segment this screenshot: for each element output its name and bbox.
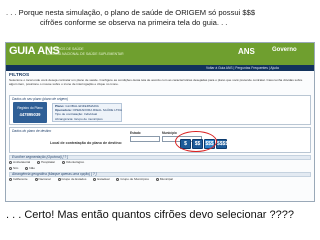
area-option-3[interactable]: Grupo de Estados xyxy=(57,177,87,181)
segment-row: Escolher segmentação (Opcional) [ ? ] Am… xyxy=(9,155,311,164)
top-caption-line-1: . . . Porque nesta simulação, o plano de… xyxy=(6,8,256,17)
option-yes-label: Sim xyxy=(13,166,19,170)
state-label: Estado xyxy=(130,131,141,135)
city-label: Município xyxy=(162,131,177,135)
destination-box-label: Dados do plano de destino xyxy=(12,129,52,133)
yes-no-row: Sim Não xyxy=(9,166,311,170)
area-option-5[interactable]: Grupo de Municípios xyxy=(116,177,149,181)
area-option-3-label: Grupo de Estados xyxy=(61,177,87,181)
registry-title: Registro do Plano xyxy=(17,106,43,110)
filters-intro: Selecione o local onde você deseja contr… xyxy=(9,78,303,86)
origin-plan-registry-panel: Registro do Plano 447895039 xyxy=(13,102,47,123)
option-no-label: Não xyxy=(29,166,35,170)
state-select[interactable] xyxy=(130,136,160,142)
destination-plan-box: Dados do plano de destino Estado Municíp… xyxy=(9,127,311,153)
checkbox-icon[interactable] xyxy=(9,160,12,164)
filters-section: FILTROS Selecione o local onde você dese… xyxy=(9,73,311,181)
area-option-6[interactable]: Municipal xyxy=(155,177,173,181)
highlight-circle xyxy=(175,131,217,152)
agency-subtitle: AGÊNCIA NACIONAL DE SAÚDE SUPLEMENTAR xyxy=(46,52,124,56)
top-caption-line-2: cifrões conforme se observa na primeira … xyxy=(40,18,228,27)
radio-icon[interactable] xyxy=(155,177,159,181)
radio-icon[interactable] xyxy=(93,177,97,181)
radio-icon[interactable] xyxy=(116,177,120,181)
bottom-caption: . . . Certo! Mas então quantos cifrões d… xyxy=(6,209,294,221)
origin-plan-details: Plano: GLOBAL ENFERMARIA Operadora: OPER… xyxy=(52,103,122,122)
origin-box-label: Dados do seu plano (plano de origem) xyxy=(12,97,69,101)
checkbox-icon[interactable] xyxy=(61,160,65,164)
nav-links[interactable]: Voltar à Guia ANS | Perguntas Frequentes… xyxy=(206,65,279,71)
guia-ans-screenshot: GUIA ANS DE PLANOS DE SAÚDE AGÊNCIA NACI… xyxy=(5,42,315,202)
origin-plan-box: Dados do seu plano (plano de origem) Reg… xyxy=(9,95,311,125)
coverage-row: Abrangência: Grupo de municípios xyxy=(55,116,103,121)
option-yes[interactable]: Sim xyxy=(9,166,18,170)
area-option-2-label: Nacional xyxy=(38,177,51,181)
radio-icon[interactable] xyxy=(25,166,29,170)
radio-icon[interactable] xyxy=(9,166,12,170)
radio-icon[interactable] xyxy=(57,177,61,181)
area-option-1-label: Indiferente xyxy=(13,177,28,181)
area-option-5-label: Grupo de Municípios xyxy=(120,177,149,181)
area-row: Abrangência geográfica (Marque apenas um… xyxy=(9,172,311,181)
price-level-4-button[interactable]: $$$$ xyxy=(216,139,228,149)
area-option-1[interactable]: Indiferente xyxy=(9,177,28,181)
option-no[interactable]: Não xyxy=(25,166,35,170)
segment-option-2[interactable]: Hospitalar xyxy=(37,160,55,164)
header-banner: GUIA ANS DE PLANOS DE SAÚDE AGÊNCIA NACI… xyxy=(6,43,314,65)
area-option-2[interactable]: Nacional xyxy=(34,177,51,181)
destination-location-label: Local de contratação do plano de destino… xyxy=(50,141,123,145)
radio-icon[interactable] xyxy=(9,177,12,181)
area-option-4-label: Estadual xyxy=(97,177,110,181)
area-option-4[interactable]: Estadual xyxy=(93,177,109,181)
top-caption: . . . Porque nesta simulação, o plano de… xyxy=(6,8,314,28)
segment-option-1-label: Ambulatorial xyxy=(13,160,31,164)
segment-option-3-label: Odontológico xyxy=(65,160,85,164)
segment-option-1[interactable]: Ambulatorial xyxy=(9,160,30,164)
checkbox-icon[interactable] xyxy=(37,160,41,164)
top-nav: Voltar à Guia ANS | Perguntas Frequentes… xyxy=(6,65,314,71)
segment-option-3[interactable]: Odontológico xyxy=(61,160,85,164)
segment-option-2-label: Hospitalar xyxy=(41,160,56,164)
ans-mark-logo: ANS xyxy=(238,47,255,56)
registry-number: 447895039 xyxy=(19,112,41,117)
logo-subtitle: DE PLANOS DE SAÚDE xyxy=(46,47,84,51)
radio-icon[interactable] xyxy=(34,177,38,181)
area-option-6-label: Municipal xyxy=(159,177,173,181)
government-logo: Governo xyxy=(272,47,297,53)
